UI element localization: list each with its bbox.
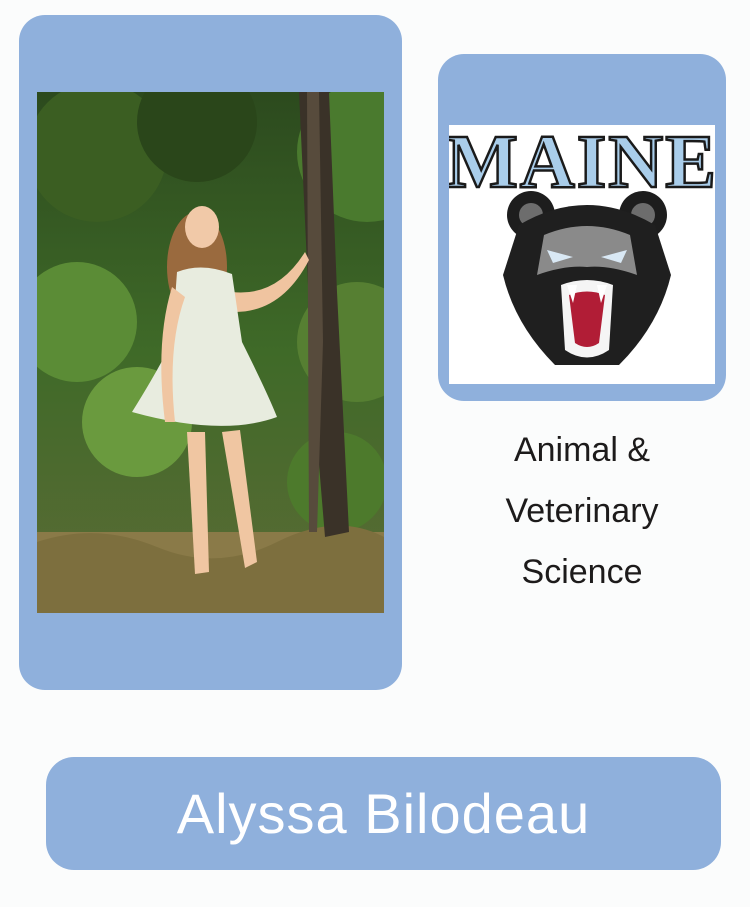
black-bear-icon <box>503 191 671 365</box>
major-line-2: Veterinary <box>505 492 659 530</box>
logo-wordmark: MAINE <box>449 125 715 204</box>
major-line-3: Science <box>521 553 643 591</box>
portrait-photo <box>37 92 384 613</box>
university-logo: MAINE <box>449 125 715 384</box>
student-name: Alyssa Bilodeau <box>176 782 591 845</box>
major-text: Animal & Veterinary Science <box>438 420 726 603</box>
logo-card: MAINE <box>438 54 726 401</box>
photo-card <box>19 15 402 690</box>
name-banner: Alyssa Bilodeau <box>46 757 721 870</box>
major-line-1: Animal & <box>513 431 651 469</box>
